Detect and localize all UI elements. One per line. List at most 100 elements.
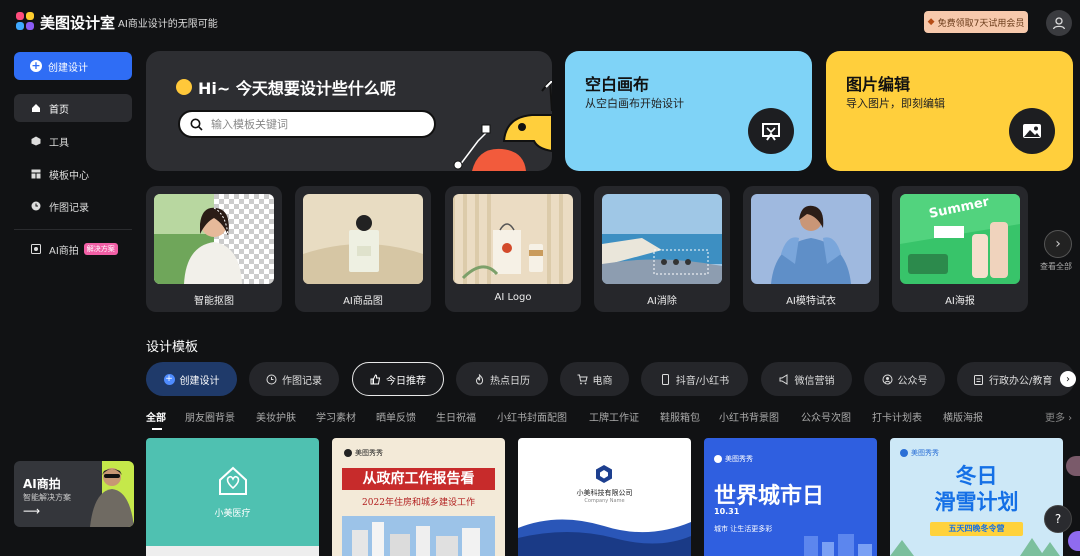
sidebar-item-history[interactable]: 作图记录 [14, 192, 132, 220]
filter-more[interactable]: 更多 › [1045, 409, 1072, 424]
pill-history[interactable]: 作图记录 [249, 362, 339, 396]
hero-panel: Hi~ 今天想要设计些什么呢 [146, 51, 552, 171]
tool-ai-model[interactable]: AI模特试衣 [743, 186, 879, 312]
tool-ai-logo-image [453, 194, 573, 284]
pill-label: 行政办公/教育 [989, 375, 1053, 387]
plus-icon: + [30, 59, 42, 72]
pill-official-account[interactable]: 公众号 [864, 362, 945, 396]
sidebar-item-label: AI商拍 [49, 245, 79, 257]
template-card[interactable]: 小美医疗 [146, 438, 319, 556]
pill-today[interactable]: 今日推荐 [352, 362, 444, 396]
pill-office-education[interactable]: 行政办公/教育 [957, 362, 1075, 396]
brand-dot-icon [714, 455, 722, 463]
canvas-icon [748, 108, 794, 154]
tool-cutout-image [154, 194, 274, 284]
image-edit-title: 图片编辑 [846, 75, 911, 94]
template-card[interactable]: 小美科技有限公司 Company Name [518, 438, 691, 556]
sidebar-divider [14, 229, 132, 230]
sidebar-item-label: 作图记录 [49, 202, 89, 214]
template-name-en: Company Name [584, 498, 625, 504]
filter-tab[interactable]: 横版海报 [943, 409, 983, 424]
sidebar-item-tools[interactable]: 工具 [14, 127, 132, 155]
brand-name[interactable]: 美图设计室 [40, 12, 115, 33]
trial-button[interactable]: ◆ 免费领取7天试用会员 [924, 11, 1028, 33]
filter-tab-all[interactable]: 全部 [146, 409, 166, 424]
pill-create-design[interactable]: + 创建设计 [146, 362, 237, 396]
template-brand-text: 美图秀秀 [355, 449, 383, 457]
pills-next-button[interactable]: › [1060, 371, 1076, 387]
user-avatar[interactable] [1046, 10, 1072, 36]
filter-tab[interactable]: 打卡计划表 [872, 409, 922, 424]
filter-tab[interactable]: 学习素材 [316, 409, 356, 424]
sidebar-item-ai-shoot[interactable]: AI商拍 解决方案 [14, 235, 132, 263]
filter-tab[interactable]: 鞋服箱包 [660, 409, 700, 424]
clock-icon [266, 374, 277, 384]
create-design-button[interactable]: + 创建设计 [14, 52, 132, 80]
tools-view-all[interactable]: 查看全部 [1040, 261, 1072, 272]
filter-tab[interactable]: 晒单反馈 [376, 409, 416, 424]
template-wave [518, 519, 691, 556]
tool-label: AI模特试衣 [786, 296, 836, 307]
template-name: 小美科技有限公司 [576, 489, 633, 497]
ai-shoot-promo[interactable]: AI商拍 智能解决方案 ⟶ [14, 461, 134, 527]
filter-tab[interactable]: 生日祝福 [436, 409, 476, 424]
logo-icon[interactable] [16, 12, 34, 30]
template-card[interactable]: 美图秀秀 世界城市日 10.31 城市 让生活更多彩 [704, 438, 877, 556]
tools-next-button[interactable]: › [1044, 230, 1072, 258]
tool-ai-logo[interactable]: AI Logo [445, 186, 581, 312]
sidebar-item-label: 工具 [49, 137, 69, 149]
clock-icon [31, 201, 41, 211]
help-button[interactable]: ? [1044, 505, 1072, 533]
tool-ai-product[interactable]: AI商品图 [295, 186, 431, 312]
solution-badge: 解决方案 [83, 243, 118, 255]
pill-douyin-xhs[interactable]: 抖音/小红书 [641, 362, 748, 396]
filter-tab[interactable]: 朋友圈背景 [185, 409, 235, 424]
template-cityscape [342, 516, 495, 556]
tool-ai-model-image [751, 194, 871, 284]
side-assistant-button[interactable] [1068, 531, 1080, 551]
side-float-button[interactable] [1066, 456, 1080, 476]
blank-canvas-card[interactable]: 空白画布 从空白画布开始设计 [565, 51, 812, 171]
brand-dot-icon [344, 449, 352, 457]
filter-tab[interactable]: 工牌工作证 [589, 409, 639, 424]
filter-tab[interactable]: 小红书背景图 [719, 409, 779, 424]
template-subtitle: 2022年住房和城乡建设工作 [362, 498, 475, 508]
help-icon: ? [1054, 512, 1062, 526]
tool-ai-poster[interactable]: Summer AI海报 [892, 186, 1028, 312]
sidebar-item-home[interactable]: 首页 [14, 94, 132, 122]
tool-ai-erase[interactable]: AI消除 [594, 186, 730, 312]
user-circle-icon [882, 374, 892, 384]
active-tab-indicator [152, 428, 162, 430]
template-brand: 美图秀秀 [344, 448, 383, 458]
template-title: 世界城市日 [714, 484, 825, 509]
blank-canvas-title: 空白画布 [585, 75, 650, 94]
pill-hot-calendar[interactable]: 热点日历 [456, 362, 548, 396]
image-edit-card[interactable]: 图片编辑 导入图片，即刻编辑 [826, 51, 1073, 171]
template-search[interactable] [178, 110, 436, 138]
template-card[interactable]: 美图秀秀 从政府工作报告看 2022年住房和城乡建设工作 [332, 438, 505, 556]
section-title: 设计模板 [146, 340, 199, 355]
sidebar-item-templates[interactable]: 模板中心 [14, 160, 132, 188]
brand-dot-icon [900, 449, 908, 457]
template-name: 小美医疗 [214, 509, 251, 519]
search-input[interactable] [211, 117, 411, 131]
megaphone-icon [779, 373, 787, 385]
template-card[interactable]: 美图秀秀 冬日 滑雪计划 五天四晚冬令营 [890, 438, 1063, 556]
pill-ecommerce[interactable]: 电商 [560, 362, 629, 396]
tool-cutout[interactable]: 智能抠图 [146, 186, 282, 312]
pill-label: 公众号 [897, 375, 928, 387]
diamond-icon: ◆ [927, 17, 935, 27]
pill-wechat-marketing[interactable]: 微信营销 [761, 362, 852, 396]
filter-tab[interactable]: 公众号次图 [801, 409, 851, 424]
box-icon [31, 136, 41, 146]
brand-separator: · [108, 13, 112, 26]
template-ribbon: 五天四晚冬令营 [930, 522, 1023, 536]
home-icon [32, 104, 40, 112]
filter-tab[interactable]: 美妆护肤 [256, 409, 296, 424]
template-date: 10.31 [714, 507, 740, 516]
hexagon-logo-icon [596, 465, 612, 483]
tool-label: AI商品图 [343, 296, 383, 307]
filter-tab[interactable]: 小红书封面配图 [497, 409, 567, 424]
tool-label: 智能抠图 [194, 296, 234, 307]
pill-label: 热点日历 [490, 375, 530, 387]
